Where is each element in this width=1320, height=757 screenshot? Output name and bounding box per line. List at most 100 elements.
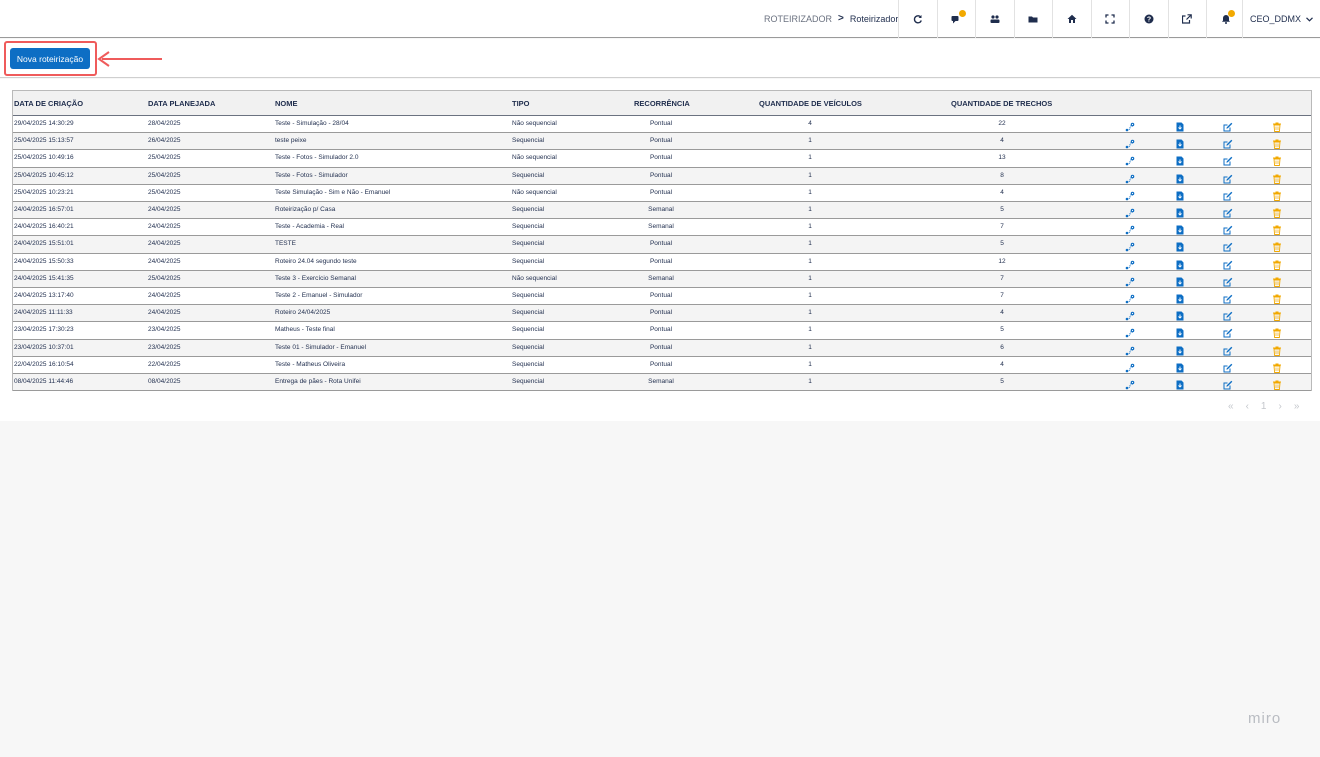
delete-button[interactable] [1272,136,1282,150]
table-row[interactable]: 24/04/2025 11:11:33 24/04/2025 Roteiro 24/… [13,305,1311,323]
edit-button[interactable] [1223,274,1233,287]
first-page-button[interactable]: « [1228,401,1234,412]
view-route-button[interactable] [1125,274,1135,287]
download-button[interactable] [1175,188,1185,201]
delete-button[interactable] [1272,239,1282,253]
edit-button[interactable] [1223,222,1233,235]
view-route-button[interactable] [1125,239,1135,252]
header-created[interactable]: DATA DE CRIAÇÃO [14,99,83,108]
table-row[interactable]: 23/04/2025 17:30:23 23/04/2025 Matheus - T… [13,322,1311,340]
view-route-button[interactable] [1125,291,1135,304]
download-button[interactable] [1175,119,1185,132]
table-row[interactable]: 24/04/2025 15:50:33 24/04/2025 Roteiro 24.… [13,253,1311,271]
table-row[interactable]: 25/04/2025 10:45:12 25/04/2025 Teste - Fot… [13,167,1311,185]
external-link-button[interactable] [1167,0,1207,38]
view-route-button[interactable] [1125,343,1135,355]
chat-button[interactable] [936,0,976,38]
edit-button[interactable] [1223,308,1233,321]
table-row[interactable]: 22/04/2025 16:10:54 22/04/2025 Teste - Mat… [13,356,1311,374]
view-route-button[interactable] [1125,153,1135,166]
download-button[interactable] [1175,257,1185,270]
edit-button[interactable] [1223,291,1233,304]
table-row[interactable]: 24/04/2025 13:17:40 24/04/2025 Teste 2 - E… [13,288,1311,306]
table-row[interactable]: 24/04/2025 16:57:01 24/04/2025 Roteirizaçã… [13,202,1311,220]
header-name[interactable]: NOME [275,99,298,108]
view-route-button[interactable] [1125,188,1135,201]
download-button[interactable] [1175,205,1185,218]
download-button[interactable] [1175,325,1185,338]
delete-button[interactable] [1272,205,1282,218]
edit-button[interactable] [1223,188,1233,201]
new-routing-button[interactable]: Nova roteirização [10,48,90,69]
view-route-button[interactable] [1125,360,1135,373]
delete-button[interactable] [1272,188,1282,201]
view-route-button[interactable] [1125,325,1135,338]
delete-button[interactable] [1272,274,1282,287]
folder-button[interactable] [1013,0,1053,38]
download-button[interactable] [1175,239,1185,252]
table-row[interactable]: 25/04/2025 15:13:57 26/04/2025 teste peixe… [13,133,1311,151]
delete-button[interactable] [1272,119,1282,132]
delete-button[interactable] [1272,171,1282,184]
download-button[interactable] [1175,343,1185,356]
edit-button[interactable] [1223,257,1233,270]
download-button[interactable] [1175,222,1185,235]
view-route-button[interactable] [1125,119,1135,132]
table-row[interactable]: 25/04/2025 10:49:16 25/04/2025 Teste - Fot… [13,150,1311,168]
table-row[interactable]: 29/04/2025 14:30:29 28/04/2025 Teste - Sim… [13,116,1311,134]
download-button[interactable] [1175,308,1185,321]
view-route-button[interactable] [1125,222,1135,235]
prev-page-button[interactable]: ‹ [1246,401,1249,412]
table-row[interactable]: 08/04/2025 11:44:46 08/04/2025 Entrega de … [13,374,1311,392]
delete-button[interactable] [1272,222,1282,236]
header-planned[interactable]: DATA PLANEJADA [148,99,215,108]
view-route-button[interactable] [1125,136,1135,149]
table-row[interactable]: 24/04/2025 15:51:01 24/04/2025 TESTE Sequen… [13,236,1311,254]
fullscreen-button[interactable] [1090,0,1130,38]
last-page-button[interactable]: » [1294,401,1300,412]
download-button[interactable] [1175,153,1185,166]
next-page-button[interactable]: › [1278,401,1281,412]
edit-button[interactable] [1223,360,1233,373]
edit-button[interactable] [1223,136,1233,149]
delete-button[interactable] [1272,257,1282,270]
download-button[interactable] [1175,377,1185,390]
delete-button[interactable] [1272,377,1282,390]
edit-button[interactable] [1223,153,1233,166]
view-route-button[interactable] [1125,171,1135,183]
current-page[interactable]: 1 [1261,401,1267,412]
table-row[interactable]: 25/04/2025 10:23:21 25/04/2025 Teste Simul… [13,184,1311,202]
edit-button[interactable] [1223,119,1233,132]
notifications-button[interactable] [1206,0,1245,38]
edit-button[interactable] [1223,343,1233,356]
view-route-button[interactable] [1125,257,1135,269]
download-button[interactable] [1175,274,1185,287]
table-row[interactable]: 24/04/2025 16:40:21 24/04/2025 Teste - Aca… [13,219,1311,237]
edit-button[interactable] [1223,377,1233,390]
delete-button[interactable] [1272,360,1282,373]
view-route-button[interactable] [1125,205,1135,218]
view-route-button[interactable] [1125,308,1135,321]
download-button[interactable] [1175,136,1185,149]
delete-button[interactable] [1272,325,1282,339]
delete-button[interactable] [1272,291,1282,304]
delete-button[interactable] [1272,308,1282,322]
home-button[interactable] [1052,0,1091,38]
edit-button[interactable] [1223,171,1233,184]
header-vehicles[interactable]: QUANTIDADE DE VEÍCULOS [759,99,862,108]
delete-button[interactable] [1272,343,1282,356]
download-button[interactable] [1175,171,1185,184]
refresh-button[interactable] [898,0,937,38]
edit-button[interactable] [1223,205,1233,218]
help-button[interactable]: ? [1129,0,1168,38]
user-menu[interactable]: CEO_DDMX [1242,0,1320,38]
download-button[interactable] [1175,360,1185,373]
delete-button[interactable] [1272,153,1282,167]
users-button[interactable] [975,0,1014,38]
table-row[interactable]: 24/04/2025 15:41:35 25/04/2025 Teste 3 - E… [13,270,1311,288]
header-type[interactable]: TIPO [512,99,530,108]
edit-button[interactable] [1223,325,1233,338]
download-button[interactable] [1175,291,1185,304]
header-segments[interactable]: QUANTIDADE DE TRECHOS [951,99,1052,108]
header-recurrence[interactable]: RECORRÊNCIA [634,99,690,108]
